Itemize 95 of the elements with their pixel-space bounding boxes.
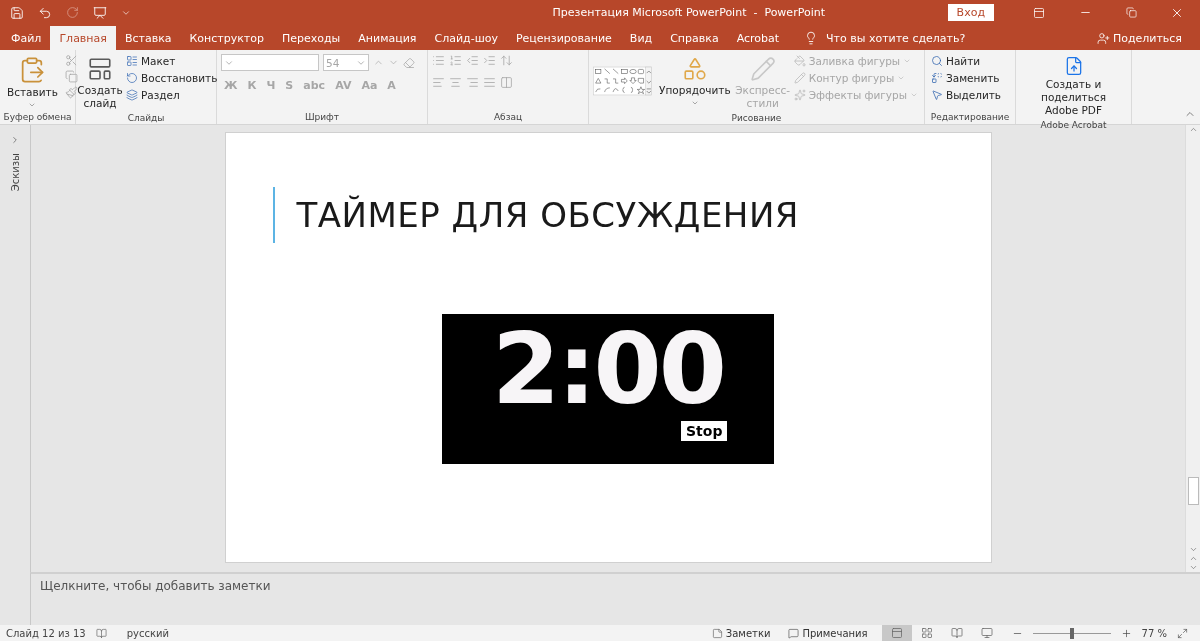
redo-icon[interactable] bbox=[66, 6, 79, 19]
clear-format-icon[interactable] bbox=[403, 56, 415, 69]
editing-button[interactable]: Выделить bbox=[929, 88, 1004, 102]
numbering-icon[interactable] bbox=[449, 54, 462, 67]
format-painter-icon[interactable] bbox=[64, 86, 78, 99]
editing-icon bbox=[931, 55, 943, 67]
ribbon-tab[interactable]: Главная bbox=[50, 26, 116, 50]
next-slide-icon[interactable] bbox=[1188, 563, 1198, 572]
shape-format-icon bbox=[793, 89, 806, 101]
align-right-icon[interactable] bbox=[466, 76, 479, 89]
share-button[interactable]: Поделиться bbox=[1090, 26, 1188, 50]
notes-button[interactable]: Заметки bbox=[707, 625, 775, 641]
slides-button[interactable]: Раздел bbox=[124, 88, 220, 102]
group-label: Шрифт bbox=[303, 111, 341, 124]
tell-me-field[interactable]: Что вы хотите сделать? bbox=[798, 26, 972, 50]
notes-icon bbox=[711, 627, 723, 639]
undo-icon[interactable] bbox=[38, 5, 52, 20]
slide-sorter-icon bbox=[920, 627, 933, 639]
columns-icon[interactable] bbox=[500, 76, 513, 89]
ribbon-tab[interactable]: Справка bbox=[661, 26, 728, 50]
zoom-in-icon[interactable] bbox=[1120, 627, 1132, 639]
shape-format-icon bbox=[793, 55, 806, 67]
previous-slide-icon[interactable] bbox=[1188, 554, 1198, 563]
ribbon-tab[interactable]: Вид bbox=[620, 26, 662, 50]
group-label: Слайды bbox=[126, 112, 166, 124]
paste-button[interactable]: Вставить bbox=[4, 54, 61, 111]
group-label: Буфер обмена bbox=[2, 111, 73, 124]
stop-button[interactable]: Stop bbox=[681, 421, 728, 441]
bullets-icon[interactable] bbox=[432, 54, 445, 67]
slide-counter: Слайд 12 из 13 bbox=[6, 627, 86, 639]
slide-icon bbox=[87, 56, 113, 82]
copy-icon[interactable] bbox=[64, 70, 78, 83]
slide-option-icon bbox=[126, 55, 138, 67]
ribbon-tab[interactable]: Acrobat bbox=[727, 26, 789, 50]
new-slide-button[interactable]: Создать слайд bbox=[80, 54, 120, 112]
zoom-slider-thumb[interactable] bbox=[1069, 627, 1074, 639]
slide-option-icon bbox=[126, 89, 138, 101]
styles-icon bbox=[749, 56, 776, 82]
comment-icon bbox=[788, 627, 800, 639]
ribbon-tab[interactable]: Рецензирование bbox=[506, 26, 621, 50]
line-spacing-icon[interactable] bbox=[500, 54, 513, 67]
comments-button[interactable]: Примечания bbox=[784, 625, 872, 641]
save-icon[interactable] bbox=[10, 5, 24, 20]
slides-button[interactable]: Восстановить bbox=[124, 71, 220, 85]
person-icon bbox=[1096, 31, 1110, 45]
ribbon-tab[interactable]: Переходы bbox=[273, 26, 350, 50]
slide-option-icon bbox=[126, 72, 138, 84]
caret-icon bbox=[690, 99, 699, 107]
group-label: Редактирование bbox=[929, 111, 1011, 124]
arrange-button[interactable]: Упорядочить bbox=[656, 54, 734, 112]
arrange-icon bbox=[681, 56, 708, 82]
ribbon-tab[interactable]: Файл bbox=[2, 26, 51, 50]
thumbnails-label[interactable]: Эскизы bbox=[9, 153, 21, 192]
slide-show-icon bbox=[980, 627, 993, 639]
slide-title: ТАЙМЕР ДЛЯ ОБСУЖДЕНИЯ bbox=[296, 195, 799, 235]
ribbon-tab[interactable]: Слайд-шоу bbox=[425, 26, 507, 50]
presentation-icon[interactable] bbox=[93, 5, 107, 20]
align-center-icon[interactable] bbox=[449, 76, 462, 89]
window-title: Презентация Microsoft PowerPoint - PowerPoint bbox=[551, 6, 826, 19]
ribbon-tab[interactable]: Конструктор bbox=[180, 26, 273, 50]
expand-icon[interactable] bbox=[10, 135, 20, 145]
fit-slide-icon[interactable] bbox=[1177, 627, 1188, 639]
outdent-icon[interactable] bbox=[466, 54, 479, 67]
scroll-down-icon[interactable] bbox=[1188, 545, 1198, 554]
editing-button[interactable]: Найти bbox=[929, 54, 1004, 68]
timer-text: 2:00 bbox=[492, 320, 724, 418]
language-label[interactable]: русский bbox=[126, 627, 170, 639]
restore-icon bbox=[1125, 7, 1137, 18]
sign-in-button[interactable]: Вход bbox=[947, 4, 994, 21]
slides-button[interactable]: Макет bbox=[124, 54, 220, 68]
shape-format-icon bbox=[793, 72, 806, 84]
spelling-icon[interactable] bbox=[95, 627, 107, 639]
group-label: Adobe Acrobat bbox=[1039, 119, 1108, 131]
font-name-field[interactable] bbox=[221, 54, 319, 71]
ribbon-display-icon bbox=[1033, 6, 1045, 19]
create-pdf-button[interactable]: Создать и поделиться Adobe PDF bbox=[1020, 54, 1127, 119]
ribbon-tab[interactable]: Анимация bbox=[349, 26, 426, 50]
editing-icon bbox=[931, 89, 943, 101]
cut-icon[interactable] bbox=[64, 54, 78, 67]
view-button[interactable] bbox=[881, 625, 912, 641]
caret-icon bbox=[910, 91, 918, 99]
group-label: Абзац bbox=[492, 111, 524, 124]
editing-button[interactable]: Заменить bbox=[929, 71, 1004, 85]
normal-view-icon bbox=[890, 627, 903, 639]
indent-icon[interactable] bbox=[483, 54, 496, 67]
reading-view-icon bbox=[950, 627, 963, 639]
scroll-thumb[interactable] bbox=[1187, 477, 1199, 505]
justify-icon[interactable] bbox=[483, 76, 496, 89]
group-label: Рисование bbox=[730, 112, 783, 124]
caret-icon bbox=[28, 101, 37, 109]
scroll-up-icon[interactable] bbox=[1188, 125, 1198, 134]
zoom-level[interactable]: 77 % bbox=[1141, 627, 1167, 639]
ribbon-tab[interactable]: Вставка bbox=[115, 26, 181, 50]
align-left-icon[interactable] bbox=[432, 76, 445, 89]
editing-icon bbox=[931, 72, 943, 84]
